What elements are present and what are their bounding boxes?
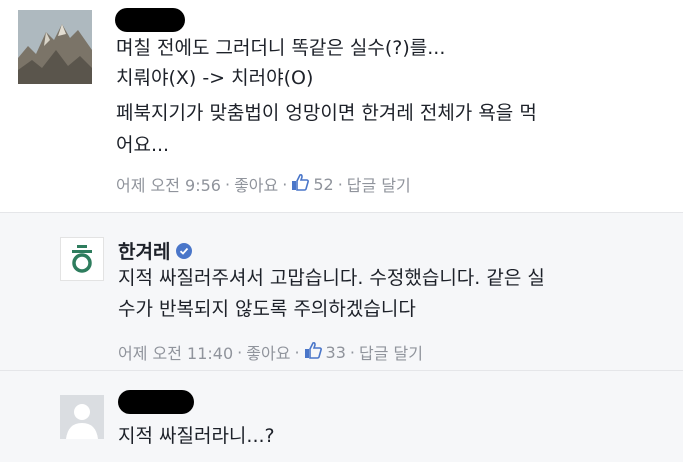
mountain-photo-icon — [18, 10, 92, 84]
separator: · — [349, 342, 355, 362]
separator: · — [282, 174, 288, 194]
like-count[interactable]: 33 — [326, 343, 346, 362]
comment-text-line: 며칠 전에도 그러더니 똑같은 실수(?)를... — [116, 37, 446, 59]
comment-text-line: 페북지기가 맞춤법이 엉망이면 한겨레 전체가 욕을 먹 — [116, 102, 537, 124]
like-link[interactable]: 좋아요 — [246, 340, 290, 364]
comment-meta: 어제 오전 9:56 · 좋아요 · 52 · 답글 달기 — [116, 172, 411, 196]
hankyoreh-logo-avatar[interactable] — [60, 237, 104, 281]
hankyoreh-logo-icon — [72, 245, 92, 273]
like-link[interactable]: 좋아요 — [234, 172, 278, 196]
timestamp[interactable]: 어제 오전 9:56 — [116, 172, 221, 196]
reply-link[interactable]: 답글 달기 — [347, 172, 411, 196]
verified-badge-icon — [176, 242, 193, 259]
like-count[interactable]: 52 — [313, 175, 333, 194]
default-user-icon — [60, 395, 104, 439]
separator: · — [337, 174, 343, 194]
thumbs-up-icon — [304, 341, 322, 363]
separator: · — [224, 174, 231, 194]
redacted-username — [118, 390, 194, 414]
comment-text-line: 지적 싸질러라니...? — [118, 425, 275, 447]
comment-meta: 어제 오전 11:40 · 좋아요 · 33 · 답글 달기 — [118, 340, 423, 364]
comment-text-line: 지적 싸질러주셔서 고맙습니다. 수정했습니다. 같은 실 — [118, 267, 545, 289]
reply-link[interactable]: 답글 달기 — [359, 340, 423, 364]
redacted-username — [115, 8, 185, 32]
comment-author[interactable]: 한겨레 — [118, 237, 193, 264]
user-avatar[interactable] — [18, 10, 92, 84]
timestamp[interactable]: 어제 오전 11:40 — [118, 340, 233, 364]
comment-text-line: 어요... — [116, 134, 170, 156]
author-name[interactable]: 한겨레 — [118, 237, 170, 264]
thumbs-up-icon — [291, 173, 310, 195]
separator: · — [294, 342, 300, 362]
comment-1: 며칠 전에도 그러더니 똑같은 실수(?)를... 치뤄야(X) -> 치러야(… — [0, 0, 683, 212]
comment-text-line: 치뤄야(X) -> 치러야(O) — [116, 67, 314, 89]
separator: · — [237, 342, 243, 362]
default-avatar[interactable] — [60, 395, 104, 439]
comment-text-line: 수가 반복되지 않도록 주의하겠습니다 — [118, 298, 416, 320]
